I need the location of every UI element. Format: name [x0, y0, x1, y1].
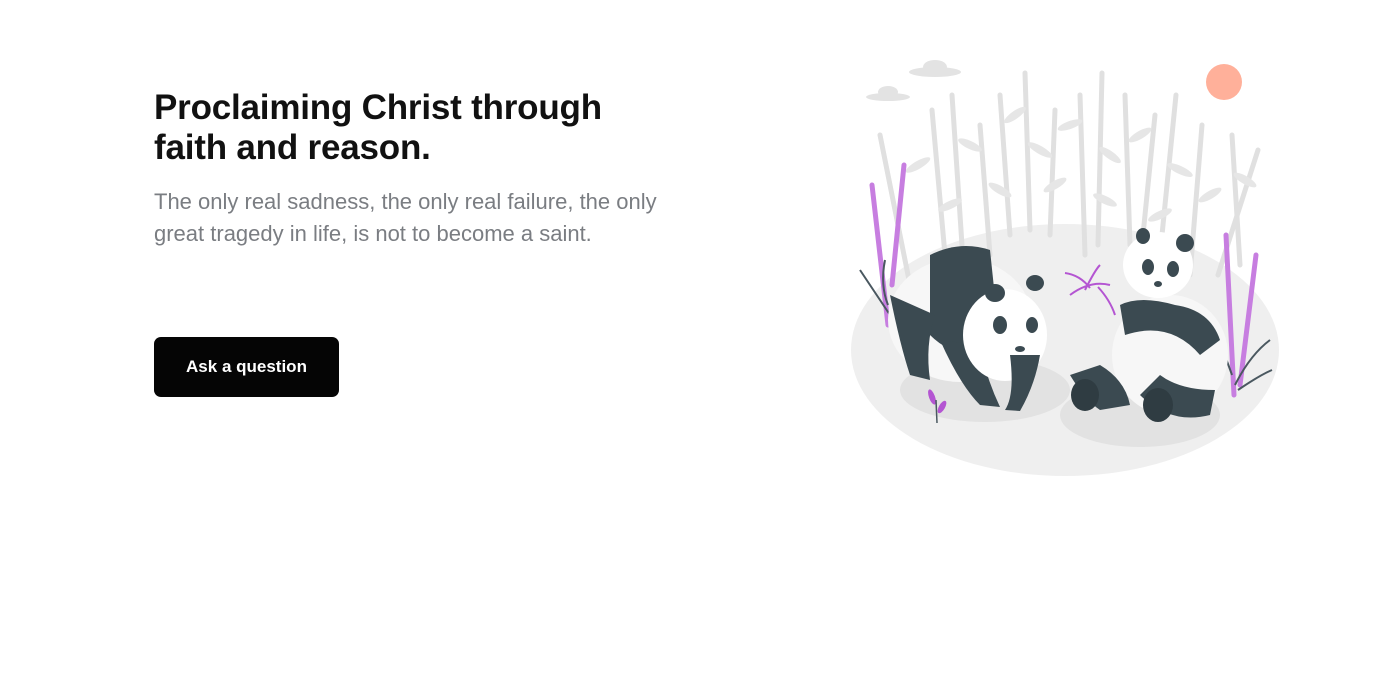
page: Proclaiming Christ through faith and rea…	[0, 0, 1393, 675]
ask-question-button[interactable]: Ask a question	[154, 337, 339, 397]
hero-subtitle: The only real sadness, the only real fai…	[154, 189, 657, 246]
sun-icon	[1206, 64, 1242, 100]
panda-illustration	[851, 60, 1279, 476]
hero-section: Proclaiming Christ through faith and rea…	[154, 88, 674, 250]
hero-title: Proclaiming Christ through faith and rea…	[154, 88, 602, 167]
cloud-icon	[866, 60, 961, 101]
